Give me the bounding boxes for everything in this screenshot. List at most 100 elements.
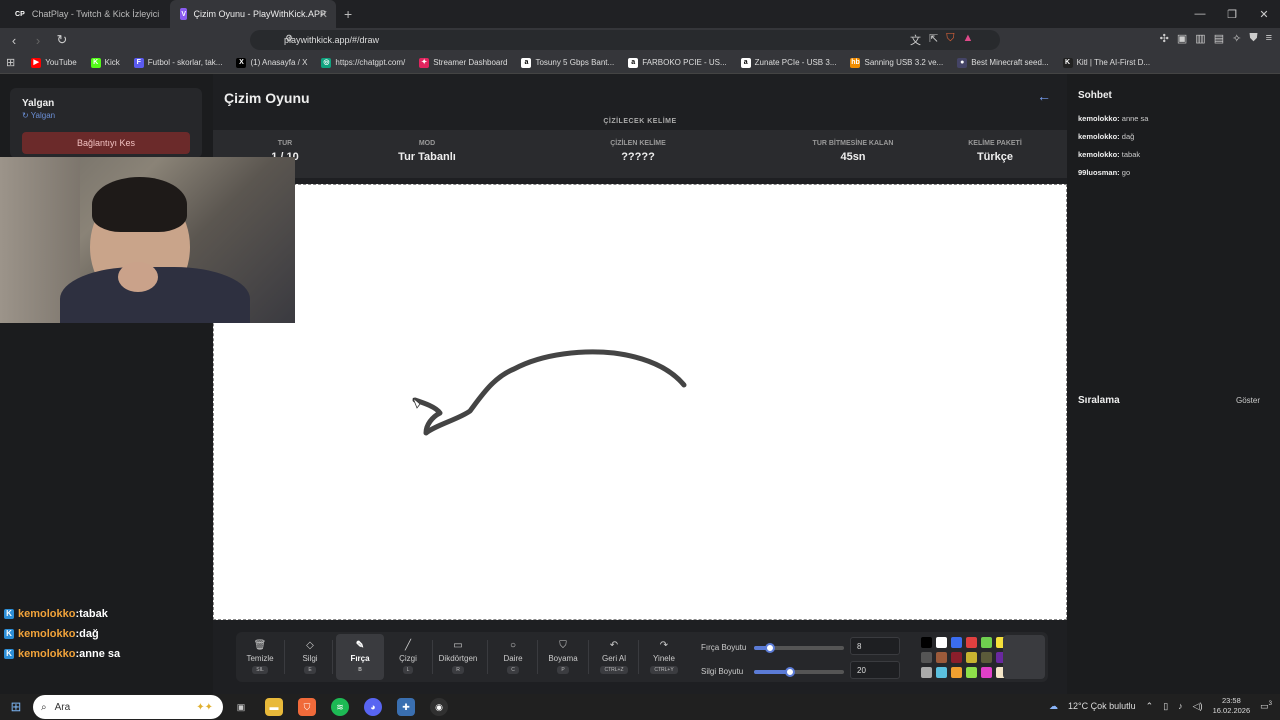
- brush-size-input[interactable]: 8: [850, 637, 900, 655]
- taskbar-search[interactable]: ⌕ Ara ✦✦: [33, 695, 223, 719]
- tool-brush-button[interactable]: ✎ Fırça B: [336, 634, 384, 680]
- color-swatch[interactable]: [936, 652, 947, 663]
- color-swatch[interactable]: [981, 637, 992, 648]
- brave-browser-icon[interactable]: ⛉: [298, 698, 316, 716]
- wallet-icon[interactable]: ▤: [1214, 32, 1224, 45]
- bookmark-item[interactable]: ▶ YouTube: [31, 57, 77, 68]
- minimize-icon[interactable]: —: [1184, 0, 1216, 28]
- color-swatch[interactable]: [966, 652, 977, 663]
- reload-icon[interactable]: ↻: [52, 32, 72, 48]
- bookmark-item[interactable]: K Kitl | The AI-First D...: [1062, 57, 1150, 68]
- close-tab-icon[interactable]: ✕: [319, 8, 328, 21]
- color-swatch[interactable]: [936, 637, 947, 648]
- browser-toolbar-right: ✣ ▣ ▥ ▤ ✧ ⛊ ≡: [1160, 32, 1272, 45]
- brush-size-handle[interactable]: [765, 643, 776, 653]
- brush-size-slider[interactable]: [754, 643, 844, 653]
- color-swatch[interactable]: [921, 637, 932, 648]
- webcam-overlay: [0, 157, 295, 323]
- weather-icon[interactable]: ☁: [1049, 701, 1058, 712]
- bookmark-item[interactable]: a Tosuny 5 Gbps Bant...: [521, 57, 614, 68]
- restore-icon[interactable]: ❐: [1216, 0, 1248, 28]
- spotify-icon[interactable]: ≋: [331, 698, 349, 716]
- color-swatch[interactable]: [936, 667, 947, 678]
- eraser-size-slider[interactable]: [754, 667, 844, 677]
- bookmark-item[interactable]: a FARBOKO PCIE - US...: [628, 57, 727, 68]
- obs-icon[interactable]: ◉: [430, 698, 448, 716]
- color-swatch[interactable]: [966, 667, 977, 678]
- chat-message: kemolokko: dağ: [1078, 132, 1135, 141]
- color-swatch[interactable]: [921, 652, 932, 663]
- bookmark-item[interactable]: ◎ https://chatgpt.com/: [321, 57, 405, 68]
- app-icon[interactable]: ✚: [397, 698, 415, 716]
- ranking-show-button[interactable]: Göster: [1236, 396, 1260, 405]
- rewards-icon[interactable]: ▲: [962, 32, 973, 48]
- color-swatch[interactable]: [921, 667, 932, 678]
- new-tab-button[interactable]: +: [344, 6, 352, 22]
- eraser-size-handle[interactable]: [785, 667, 795, 677]
- tool-redo-button[interactable]: ↷ Yinele CTRL+Y: [642, 634, 686, 680]
- color-swatch[interactable]: [966, 637, 977, 648]
- toolbar-divider: [638, 640, 639, 674]
- bookmark-item[interactable]: ✦ Streamer Dashboard: [419, 57, 507, 68]
- extensions-icon[interactable]: ✣: [1160, 32, 1169, 45]
- tool-eraser-button[interactable]: ◇ Silgi E: [288, 634, 332, 680]
- file-explorer-icon[interactable]: ▬: [265, 698, 283, 716]
- media-icon[interactable]: ▣: [1177, 32, 1187, 45]
- address-bar[interactable]: playwithkick.app/#/draw: [250, 30, 1000, 50]
- microphone-icon[interactable]: ♪: [1178, 701, 1183, 711]
- notification-icon[interactable]: ▭3: [1260, 701, 1272, 712]
- tray-chevron-icon[interactable]: ⌃: [1146, 701, 1154, 712]
- tool-rectangle-button[interactable]: ▭ Dikdörtgen R: [436, 634, 480, 680]
- share-icon[interactable]: ⇱: [929, 32, 938, 48]
- user-channel-link[interactable]: ↻ Yalgan: [22, 111, 190, 120]
- tool-line-button[interactable]: ╱ Çizgi L: [386, 634, 430, 680]
- brave-shield-icon[interactable]: ⛉: [946, 32, 954, 48]
- task-view-icon[interactable]: ▣: [232, 698, 250, 716]
- network-icon[interactable]: ▯: [1163, 701, 1168, 712]
- bookmark-item[interactable]: a Zunate PCIe - USB 3...: [740, 57, 836, 68]
- bookmark-item[interactable]: K Kick: [90, 57, 120, 68]
- bookmark-item[interactable]: X (1) Anasayfa / X: [236, 57, 307, 68]
- tool-fill-button[interactable]: ⛉ Boyama P: [541, 634, 585, 680]
- color-swatch[interactable]: [951, 652, 962, 663]
- discord-icon[interactable]: ◕: [364, 698, 382, 716]
- bookmark-item[interactable]: hb Sanning USB 3.2 ve...: [850, 57, 943, 68]
- color-swatch[interactable]: [981, 652, 992, 663]
- overlay-chat-message: Kkemolokko : dağ: [4, 624, 120, 644]
- volume-icon[interactable]: ◁): [1193, 701, 1203, 712]
- tool-clear-button[interactable]: 🗑 Temizle SIL: [238, 634, 282, 680]
- weather-text[interactable]: 12°C Çok bulutlu: [1068, 701, 1136, 711]
- drawing-canvas[interactable]: [213, 184, 1067, 620]
- back-arrow-icon[interactable]: ←: [1037, 88, 1051, 104]
- eraser-size-input[interactable]: 20: [850, 661, 900, 679]
- color-swatch[interactable]: [951, 667, 962, 678]
- tab-chatplay[interactable]: CP ChatPlay - Twitch & Kick İzleyici Etk…: [4, 0, 170, 28]
- tool-circle-button[interactable]: ○ Daire C: [491, 634, 535, 680]
- close-window-icon[interactable]: ✕: [1248, 0, 1280, 28]
- windows-start-icon[interactable]: ⊞: [0, 699, 32, 715]
- tool-undo-button[interactable]: ↶ Geri Al CTRL+Z: [592, 634, 636, 680]
- leo-ai-icon[interactable]: ✧: [1232, 32, 1241, 45]
- vpn-icon[interactable]: ⛊: [1249, 32, 1257, 45]
- tab-cizim-oyunu[interactable]: V Çizim Oyunu - PlayWithKick.APP ✕: [170, 0, 336, 28]
- bookmark-item[interactable]: ● Best Minecraft seed...: [957, 57, 1049, 68]
- translate-icon[interactable]: 文: [910, 32, 921, 48]
- color-preview: [1003, 635, 1045, 679]
- menu-icon[interactable]: ≡: [1266, 32, 1272, 45]
- site-info-icon[interactable]: ⚙: [285, 33, 293, 44]
- disconnect-button[interactable]: Bağlantıyı Kes: [22, 132, 190, 154]
- color-swatch[interactable]: [951, 637, 962, 648]
- ranking-title: Sıralama: [1078, 395, 1120, 406]
- bookmark-favicon-icon: K: [90, 57, 101, 68]
- color-swatch[interactable]: [981, 667, 992, 678]
- apps-grid-icon[interactable]: ⊞: [6, 56, 15, 69]
- bookmark-favicon-icon: a: [740, 57, 751, 68]
- sidebar-icon[interactable]: ▥: [1195, 32, 1205, 45]
- redo-icon: ↷: [659, 640, 669, 651]
- chat-message: kemolokko: tabak: [1078, 150, 1141, 159]
- clock[interactable]: 23:58 16.02.2026: [1213, 696, 1251, 716]
- back-icon[interactable]: ‹: [4, 33, 24, 48]
- forward-icon[interactable]: ›: [28, 33, 48, 48]
- brush-size-label: Fırça Boyutu: [701, 643, 747, 652]
- bookmark-item[interactable]: F Futbol - skorlar, tak...: [133, 57, 222, 68]
